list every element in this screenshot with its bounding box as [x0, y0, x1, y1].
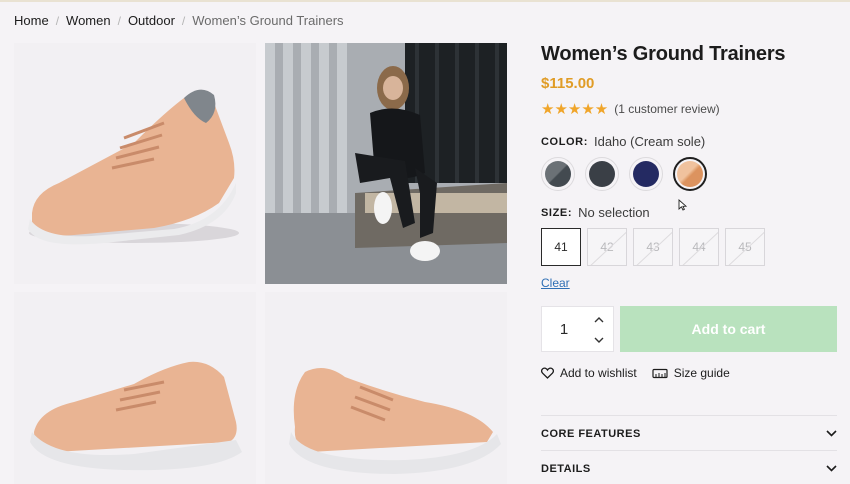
- breadcrumb-separator: /: [117, 13, 121, 28]
- accordion-core-features[interactable]: CORE FEATURES: [541, 415, 837, 451]
- size-option-43[interactable]: 43: [633, 228, 673, 266]
- wishlist-label: Add to wishlist: [560, 366, 637, 380]
- accordion-title: CORE FEATURES: [541, 427, 641, 440]
- breadcrumb-women[interactable]: Women: [66, 13, 111, 28]
- product-image-right-view[interactable]: [265, 292, 507, 484]
- chevron-down-icon[interactable]: [591, 333, 607, 347]
- size-option-45[interactable]: 45: [725, 228, 765, 266]
- product-price: $115.00: [541, 75, 595, 92]
- quantity-stepper[interactable]: 1: [541, 306, 614, 352]
- color-swatch-charcoal[interactable]: [585, 157, 619, 191]
- review-link[interactable]: (1 customer review): [614, 102, 719, 116]
- product-info: Women’s Ground Trainers $115.00 ★★★★★ (1…: [541, 43, 837, 380]
- chevron-down-icon: [826, 465, 837, 472]
- breadcrumb-separator: /: [181, 13, 186, 28]
- mouse-cursor-icon: [678, 198, 688, 216]
- rating-stars-icon: ★★★★★: [541, 101, 609, 118]
- color-label: COLOR:: [541, 135, 588, 148]
- size-option-label: SIZE: No selection: [541, 205, 837, 220]
- quantity-steppers: [591, 313, 607, 347]
- color-swatches: [541, 157, 837, 191]
- add-to-cart-button[interactable]: Add to cart: [620, 306, 837, 352]
- breadcrumb-separator: /: [55, 13, 60, 28]
- color-option-label: COLOR: Idaho (Cream sole): [541, 134, 837, 149]
- product-gallery: [14, 43, 508, 484]
- color-swatch-grey[interactable]: [541, 157, 575, 191]
- accordion-title: DETAILS: [541, 462, 591, 475]
- size-label: SIZE:: [541, 206, 573, 219]
- clear-selection-link[interactable]: Clear: [541, 276, 570, 290]
- breadcrumb-home[interactable]: Home: [14, 13, 49, 28]
- size-option-42[interactable]: 42: [587, 228, 627, 266]
- accordion-details[interactable]: DETAILS: [541, 450, 837, 484]
- product-rating: ★★★★★ (1 customer review): [541, 100, 837, 118]
- add-to-wishlist-link[interactable]: Add to wishlist: [541, 366, 637, 380]
- heart-icon: [541, 367, 554, 379]
- product-image-lifestyle[interactable]: [265, 43, 507, 284]
- product-image-left-view[interactable]: [14, 292, 256, 484]
- breadcrumb-current: Women’s Ground Trainers: [192, 13, 344, 28]
- size-option-44[interactable]: 44: [679, 228, 719, 266]
- top-border: [0, 0, 850, 2]
- color-swatch-idaho[interactable]: [673, 157, 707, 191]
- size-guide-link[interactable]: Size guide: [652, 366, 730, 380]
- chevron-down-icon: [826, 430, 837, 437]
- add-to-cart-row: 1 Add to cart: [541, 306, 837, 352]
- size-option-41[interactable]: 41: [541, 228, 581, 266]
- breadcrumb-outdoor[interactable]: Outdoor: [128, 13, 175, 28]
- size-value: No selection: [578, 205, 650, 220]
- product-image-side-view[interactable]: [14, 43, 256, 284]
- product-actions: Add to wishlist Size guide: [541, 366, 837, 380]
- ruler-icon: [652, 368, 668, 378]
- chevron-up-icon[interactable]: [591, 313, 607, 327]
- quantity-value[interactable]: 1: [542, 321, 586, 338]
- product-title: Women’s Ground Trainers: [541, 43, 786, 65]
- color-value: Idaho (Cream sole): [593, 134, 706, 149]
- breadcrumb: Home / Women / Outdoor / Women’s Ground …: [14, 13, 344, 28]
- color-swatch-navy[interactable]: [629, 157, 663, 191]
- size-options: 41 42 43 44 45: [541, 228, 837, 266]
- size-guide-label: Size guide: [673, 366, 730, 380]
